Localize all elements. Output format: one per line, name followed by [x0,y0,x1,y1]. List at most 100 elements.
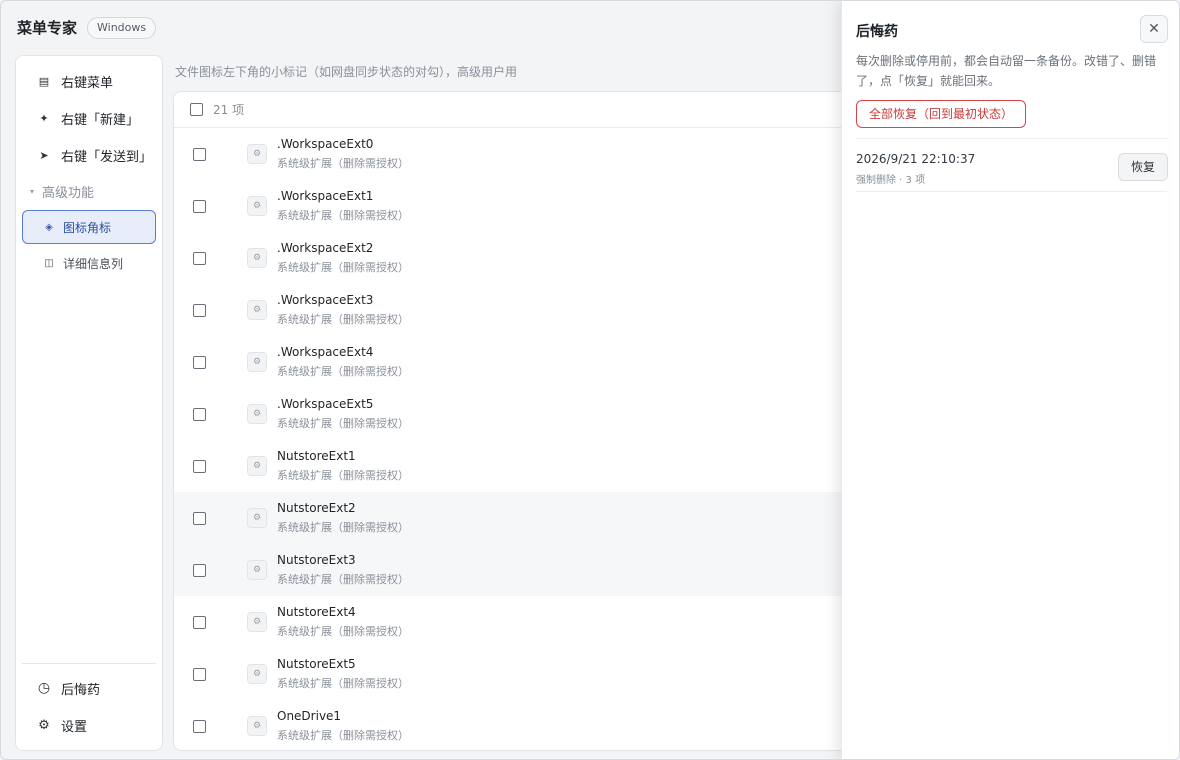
sidebar-group-label: 高级功能 [42,185,95,201]
sidebar-item-icon-overlay[interactable]: ◈ 图标角标 [22,210,156,244]
undo-drawer: 后悔药 ✕ 每次删除或停用前，都会自动留一条备份。改错了、删错了，点「恢复」就能… [841,1,1179,759]
row-checkbox[interactable] [193,356,206,369]
list-item: ⚙ OneDrive1 系统级扩展（删除需授权） [174,700,872,750]
extension-name: .WorkspaceExt5 [277,397,374,411]
extension-desc: 系统级扩展（删除需授权） [277,677,409,690]
chevron-down-icon: ▾ [30,186,35,196]
extension-name: .WorkspaceExt0 [277,137,374,151]
extension-icon: ⚙ [247,404,267,424]
close-icon[interactable]: ✕ [1140,15,1168,43]
list-item: ⚙ NutstoreExt1 系统级扩展（删除需授权） [174,440,872,492]
sidebar-item-label: 后悔药 [61,682,101,698]
row-checkbox[interactable] [193,668,206,681]
extension-icon: ⚙ [247,196,267,216]
list-icon: ▤ [38,74,50,88]
list-item: ⚙ NutstoreExt4 系统级扩展（删除需授权） [174,596,872,648]
drawer-title: 后悔药 [856,24,898,40]
item-count: 21 项 [213,103,245,117]
sidebar-item-label: 设置 [61,719,88,735]
extension-list: 21 项 ⚙ .WorkspaceExt0 系统级扩展（删除需授权） ⚙ .Wo… [173,91,873,751]
sidebar-item-undo-history[interactable]: ◷ 后悔药 [22,671,156,705]
sidebar-item-label: 右键菜单 [61,75,114,91]
row-checkbox[interactable] [193,564,206,577]
row-checkbox[interactable] [193,148,206,161]
extension-desc: 系统级扩展（删除需授权） [277,157,409,170]
page-hint: 文件图标左下角的小标记（如网盘同步状态的对勾），高级用户用 [175,65,518,79]
send-icon: ➤ [39,148,49,162]
extension-icon: ⚙ [247,664,267,684]
extension-name: NutstoreExt1 [277,449,356,463]
list-header: 21 项 [174,92,872,128]
extension-name: .WorkspaceExt1 [277,189,374,203]
extension-desc: 系统级扩展（删除需授权） [277,313,409,326]
row-checkbox[interactable] [193,252,206,265]
sidebar-group-advanced[interactable]: ▾ 高级功能 [30,180,94,202]
sidebar-item-label: 右键「发送到」 [61,149,153,165]
extension-icon: ⚙ [247,144,267,164]
list-item: ⚙ .WorkspaceExt1 系统级扩展（删除需授权） [174,180,872,232]
row-checkbox[interactable] [193,460,206,473]
sparkle-icon: ✦ [39,111,49,125]
badge-icon: ◈ [45,221,53,233]
sidebar-divider [22,663,156,664]
extension-desc: 系统级扩展（删除需授权） [277,521,409,534]
extension-desc: 系统级扩展（删除需授权） [277,469,409,482]
extension-icon: ⚙ [247,456,267,476]
gear-icon: ⚙ [38,717,50,733]
list-item: ⚙ .WorkspaceExt5 系统级扩展（删除需授权） [174,388,872,440]
row-checkbox[interactable] [193,512,206,525]
row-checkbox[interactable] [193,616,206,629]
extension-desc: 系统级扩展（删除需授权） [277,261,409,274]
extension-desc: 系统级扩展（删除需授权） [277,573,409,586]
extension-icon: ⚙ [247,248,267,268]
extension-icon: ⚙ [247,352,267,372]
columns-icon: ◫ [44,257,54,269]
select-all-checkbox[interactable] [190,103,203,116]
extension-icon: ⚙ [247,300,267,320]
extension-name: OneDrive1 [277,709,342,723]
extension-desc: 系统级扩展（删除需授权） [277,209,409,222]
app-window: 菜单专家 Windows ▤ 右键菜单 ✦ 右键「新建」 ➤ 右键「发送到」 ▾… [0,0,1180,760]
list-item: ⚙ NutstoreExt5 系统级扩展（删除需授权） [174,648,872,700]
extension-name: .WorkspaceExt3 [277,293,374,307]
app-title: 菜单专家 [17,19,78,37]
sidebar-item-new[interactable]: ✦ 右键「新建」 [22,101,156,135]
extension-name: NutstoreExt3 [277,553,356,567]
sidebar-item-label: 右键「新建」 [61,112,140,128]
row-checkbox[interactable] [193,304,206,317]
extension-name: NutstoreExt2 [277,501,356,515]
extension-name: .WorkspaceExt4 [277,345,374,359]
extension-icon: ⚙ [247,612,267,632]
row-checkbox[interactable] [193,408,206,421]
list-item: ⚙ .WorkspaceExt4 系统级扩展（删除需授权） [174,336,872,388]
extension-desc: 系统级扩展（删除需授权） [277,365,409,378]
drawer-divider [856,138,1167,139]
backup-meta: 强制删除 · 3 项 [856,175,926,186]
sidebar-item-context-menu[interactable]: ▤ 右键菜单 [22,64,156,98]
extension-desc: 系统级扩展（删除需授权） [277,417,409,430]
list-item: ⚙ NutstoreExt2 系统级扩展（删除需授权） [174,492,872,544]
list-item: ⚙ .WorkspaceExt3 系统级扩展（删除需授权） [174,284,872,336]
extension-icon: ⚙ [247,508,267,528]
extension-name: .WorkspaceExt2 [277,241,374,255]
list-item: ⚙ NutstoreExt3 系统级扩展（删除需授权） [174,544,872,596]
restore-button[interactable]: 恢复 [1118,153,1168,181]
extension-name: NutstoreExt4 [277,605,356,619]
sidebar-item-label: 图标角标 [63,220,112,235]
row-checkbox[interactable] [193,720,206,733]
backup-time: 2026/9/21 22:10:37 [856,152,976,166]
sidebar-item-send-to[interactable]: ➤ 右键「发送到」 [22,138,156,172]
extension-desc: 系统级扩展（删除需授权） [277,625,409,638]
extension-icon: ⚙ [247,716,267,736]
drawer-divider [856,191,1167,192]
os-badge: Windows [87,17,157,39]
extension-name: NutstoreExt5 [277,657,356,671]
sidebar-item-settings[interactable]: ⚙ 设置 [22,708,156,742]
list-item: ⚙ .WorkspaceExt0 系统级扩展（删除需授权） [174,128,872,180]
extension-icon: ⚙ [247,560,267,580]
sidebar-item-detail-columns[interactable]: ◫ 详细信息列 [22,246,156,280]
clock-icon: ◷ [37,680,51,696]
sidebar-item-label: 详细信息列 [63,256,124,271]
row-checkbox[interactable] [193,200,206,213]
restore-all-button[interactable]: 全部恢复（回到最初状态） [856,100,1027,128]
